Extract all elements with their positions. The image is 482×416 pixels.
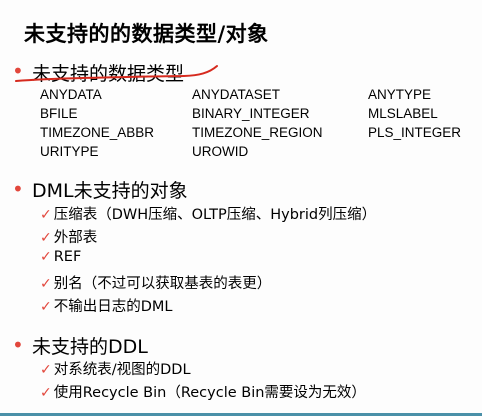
type-cell: BFILE [40,106,78,121]
list-item: ✓ 不输出日志的DML [40,295,173,316]
type-cell: ANYTYPE [368,87,432,102]
list-item: ✓ 外部表 [40,226,97,247]
type-cell: UROWID [192,144,249,159]
type-cell: BINARY_INTEGER [192,106,310,121]
bullet-icon: • [12,333,24,357]
list-item-text: REF [53,249,82,265]
type-cell: ANYDATA [40,87,102,102]
handwritten-underline-icon [15,65,218,82]
section-heading-ddl: 未支持的DDL [32,336,148,358]
list-item-text: 使用Recycle Bin（Recycle Bin需要设为无效） [53,385,366,401]
type-cell: ANYDATASET [192,87,281,102]
checkmark-icon: ✓ [40,385,52,401]
type-cell: URITYPE [40,144,99,159]
checkmark-icon: ✓ [40,249,52,265]
list-item: ✓ REF [40,249,81,265]
type-cell: TIMEZONE_ABBR [40,125,155,140]
checkmark-icon: ✓ [40,230,52,246]
list-item-text: 压缩表（DWH压缩、OLTP压缩、Hybrid列压缩） [53,207,377,223]
checkmark-icon: ✓ [40,299,52,315]
type-cell: PLS_INTEGER [368,125,462,140]
checkmark-icon: ✓ [40,207,52,223]
list-item: ✓ 对系统表/视图的DDL [40,358,191,379]
list-item-text: 不输出日志的DML [53,299,173,315]
list-item: ✓ 使用Recycle Bin（Recycle Bin需要设为无效） [40,381,366,402]
list-item: ✓ 压缩表（DWH压缩、OLTP压缩、Hybrid列压缩） [40,203,376,224]
slide-title: 未支持的的数据类型/对象 [24,22,269,46]
bullet-icon: • [12,177,24,201]
checkmark-icon: ✓ [40,362,52,378]
type-cell: TIMEZONE_REGION [192,125,323,140]
checkmark-icon: ✓ [40,276,52,292]
list-item-text: 对系统表/视图的DDL [53,362,191,378]
list-item-text: 别名（不过可以获取基表的表更） [53,276,272,292]
list-item-text: 外部表 [53,230,98,246]
slide: 未支持的的数据类型/对象 • 未支持的数据类型 ANYDATA ANYDATAS… [0,0,482,416]
list-item: ✓ 别名（不过可以获取基表的表更） [40,272,271,293]
section-heading-dml: DML未支持的对象 [32,180,188,202]
type-cell: MLSLABEL [368,106,438,121]
